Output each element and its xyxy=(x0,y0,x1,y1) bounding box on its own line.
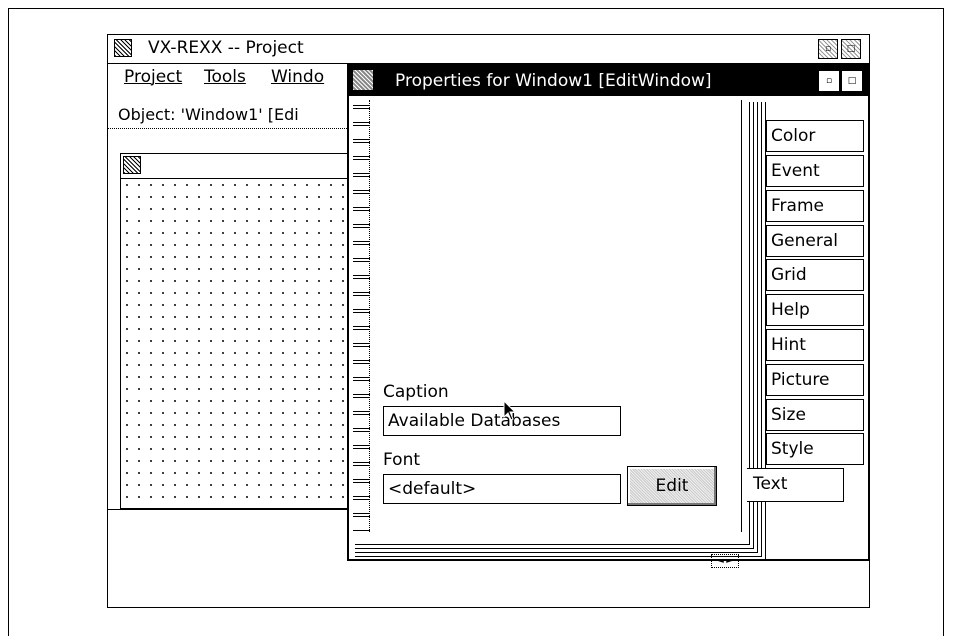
system-menu-icon[interactable] xyxy=(114,39,132,57)
minimize-icon[interactable]: ▫ xyxy=(819,71,839,91)
mouse-pointer-icon xyxy=(503,400,517,421)
design-window[interactable] xyxy=(120,153,360,509)
caption-input[interactable]: Available Databases xyxy=(383,406,621,436)
tab-color[interactable]: Color xyxy=(766,120,864,152)
maximize-icon[interactable]: □ xyxy=(841,39,861,59)
menu-project[interactable]: Project xyxy=(124,67,182,87)
tab-picture[interactable]: Picture xyxy=(766,364,864,396)
edit-button[interactable]: Edit xyxy=(627,466,717,506)
object-line: Object: 'Window1' [Edi xyxy=(118,105,299,124)
maximize-icon[interactable]: □ xyxy=(842,71,862,91)
notebook-page: Caption Available Databases Font <defaul… xyxy=(353,100,742,568)
minimize-icon[interactable]: ▫ xyxy=(818,39,838,59)
project-title: VX-REXX -- Project xyxy=(148,38,304,58)
system-menu-icon[interactable] xyxy=(353,70,373,90)
menu-tools[interactable]: Tools xyxy=(204,67,246,87)
caption-label: Caption xyxy=(383,382,449,402)
tab-grid[interactable]: Grid xyxy=(766,259,864,291)
tab-size[interactable]: Size xyxy=(766,399,864,431)
tab-general[interactable]: General xyxy=(766,225,864,257)
design-window-titlebar[interactable] xyxy=(121,154,359,179)
properties-window: Properties for Window1 [EditWindow] ▫ □ … xyxy=(347,64,870,568)
tab-event[interactable]: Event xyxy=(766,155,864,187)
page-arrows-icon[interactable]: ◄ ► xyxy=(711,554,739,568)
design-grid[interactable] xyxy=(121,179,359,508)
menu-window[interactable]: Windo xyxy=(271,67,324,87)
spiral-binding xyxy=(353,100,370,532)
font-label: Font xyxy=(383,450,421,470)
tab-frame[interactable]: Frame xyxy=(766,190,864,222)
tab-help[interactable]: Help xyxy=(766,294,864,326)
tab-text[interactable]: Text xyxy=(747,468,844,502)
font-input[interactable]: <default> xyxy=(383,474,621,504)
properties-title: Properties for Window1 [EditWindow] xyxy=(395,71,712,91)
tab-style[interactable]: Style xyxy=(766,433,864,465)
properties-titlebar[interactable]: Properties for Window1 [EditWindow] ▫ □ xyxy=(349,66,868,96)
tab-hint[interactable]: Hint xyxy=(766,329,864,361)
design-window-system-icon[interactable] xyxy=(123,156,141,174)
project-titlebar[interactable]: VX-REXX -- Project ▫ □ xyxy=(108,35,869,64)
